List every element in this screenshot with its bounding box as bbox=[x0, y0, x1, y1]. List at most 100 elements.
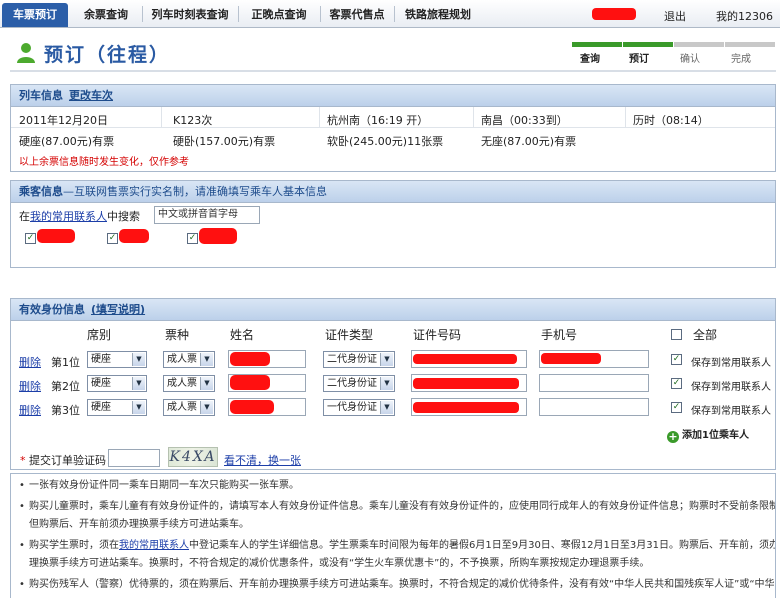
step-query: 查询 bbox=[580, 54, 600, 65]
id-info-panel: 有效身份信息 (填写说明) 席别 票种 姓名 证件类型 证件号码 手机号 全部 删… bbox=[10, 298, 776, 470]
ticket-type-select[interactable]: 成人票 ▼ bbox=[163, 351, 215, 368]
arrival-station: 南昌（00:33到） bbox=[481, 114, 568, 127]
redacted-contact-name bbox=[199, 228, 237, 244]
add-passenger-button[interactable]: + 添加1位乘车人 bbox=[667, 426, 749, 443]
top-navigation: 车票预订 余票查询 列车时刻表查询 正晚点查询 客票代售点 铁路旅程规划 退出 … bbox=[0, 0, 780, 28]
ticket-type-select[interactable]: 成人票 ▼ bbox=[163, 375, 215, 392]
delete-passenger-link[interactable]: 删除 bbox=[19, 402, 41, 418]
frequent-contacts-link[interactable]: 我的常用联系人 bbox=[30, 210, 107, 223]
user-icon bbox=[17, 43, 35, 63]
passenger-info-header: 乘客信息—互联网售票实行实名制，请准确填写乘车人基本信息 bbox=[11, 181, 775, 203]
trip-duration: 历时（08:14） bbox=[633, 114, 709, 127]
note-item: • 购买儿童票时，乘车儿童有有效身份证件的，请填写本人有效身份证件信息。乘车儿童没… bbox=[19, 501, 776, 512]
tab-train-timetable[interactable]: 列车时刻表查询 bbox=[146, 3, 234, 27]
delete-passenger-link[interactable]: 删除 bbox=[19, 354, 41, 370]
redacted-id-number bbox=[413, 402, 519, 413]
frequent-contacts-link[interactable]: 我的常用联系人 bbox=[119, 540, 189, 551]
title-divider bbox=[10, 70, 776, 72]
redacted-username bbox=[592, 8, 636, 20]
logout-link[interactable]: 退出 bbox=[664, 8, 686, 24]
contact-checkbox[interactable]: ✓ bbox=[25, 233, 36, 244]
note-item: • 购买学生票时，须在我的常用联系人中登记乘车人的学生详细信息。学生票乘车时间限为… bbox=[19, 540, 776, 551]
fill-instructions-link[interactable]: (填写说明) bbox=[91, 303, 145, 316]
save-contact-label: 保存到常用联系人 bbox=[691, 406, 771, 417]
step-finish: 完成 bbox=[731, 54, 751, 65]
refresh-captcha-link[interactable]: 看不清，换一张 bbox=[224, 452, 301, 468]
id-type-select[interactable]: 二代身份证 ▼ bbox=[323, 375, 395, 392]
step-bar-book bbox=[623, 42, 673, 47]
captcha-label: * 提交订单验证码： bbox=[20, 454, 117, 467]
chevron-down-icon: ▼ bbox=[132, 401, 145, 414]
chevron-down-icon: ▼ bbox=[132, 377, 145, 390]
seat-class-select[interactable]: 硬座 ▼ bbox=[87, 399, 147, 416]
note-item-continued: 但购票后、开车前须办理换票手续方可进站乘车。 bbox=[29, 519, 249, 530]
tab-ticket-booking[interactable]: 车票预订 bbox=[2, 3, 68, 27]
save-contact-checkbox[interactable]: ✓ bbox=[671, 378, 682, 389]
chevron-down-icon: ▼ bbox=[200, 377, 213, 390]
seat-class-select[interactable]: 硬座 ▼ bbox=[87, 375, 147, 392]
chevron-down-icon: ▼ bbox=[380, 353, 393, 366]
train-info-header: 列车信息 更改车次 bbox=[11, 85, 775, 107]
column-header-phone: 手机号 bbox=[541, 328, 578, 342]
chevron-down-icon: ▼ bbox=[132, 353, 145, 366]
step-confirm: 确认 bbox=[680, 54, 700, 65]
tab-on-time-status[interactable]: 正晚点查询 bbox=[242, 3, 316, 27]
chevron-down-icon: ▼ bbox=[200, 353, 213, 366]
column-header-seat-class: 席别 bbox=[87, 328, 112, 342]
delete-passenger-link[interactable]: 删除 bbox=[19, 378, 41, 394]
select-all-label: 全部 bbox=[693, 328, 718, 342]
tab-journey-planning[interactable]: 铁路旅程规划 bbox=[398, 3, 478, 27]
chevron-down-icon: ▼ bbox=[380, 377, 393, 390]
contact-checkbox[interactable]: ✓ bbox=[187, 233, 198, 244]
plus-icon: + bbox=[667, 430, 679, 443]
redacted-contact-name bbox=[37, 229, 75, 243]
passenger-info-panel: 乘客信息—互联网售票实行实名制，请准确填写乘车人基本信息 在我的常用联系人中搜索… bbox=[10, 180, 776, 268]
column-header-id-number: 证件号码 bbox=[413, 328, 462, 342]
page-title: 预订（往程） bbox=[44, 44, 171, 66]
captcha-input[interactable] bbox=[108, 449, 160, 467]
column-header-ticket-type: 票种 bbox=[165, 328, 190, 342]
captcha-image: K4XA bbox=[168, 447, 218, 467]
save-contact-checkbox[interactable]: ✓ bbox=[671, 354, 682, 365]
redacted-id-number bbox=[413, 354, 517, 364]
passenger-seq: 第3位 bbox=[51, 404, 80, 417]
note-item-continued: 理换票手续方可进站乘车。换票时，不符合规定的减价优惠条件，或没有“学生火车票优惠… bbox=[29, 558, 650, 569]
contact-checkbox[interactable]: ✓ bbox=[107, 233, 118, 244]
train-info-panel: 列车信息 更改车次 2011年12月20日 K123次 杭州南（16:19 开） … bbox=[10, 84, 776, 172]
tab-ticket-agencies[interactable]: 客票代售点 bbox=[324, 3, 390, 27]
notes-panel: • 一张有效身份证件同一乘车日期同一车次只能购买一张车票。 • 购买儿童票时，乘车儿… bbox=[10, 473, 776, 598]
seat-class-select[interactable]: 硬座 ▼ bbox=[87, 351, 147, 368]
step-book: 预订 bbox=[629, 54, 649, 65]
travel-date: 2011年12月20日 bbox=[19, 114, 108, 127]
phone-input[interactable] bbox=[539, 398, 649, 416]
contact-search-label: 在我的常用联系人中搜索 bbox=[19, 210, 140, 223]
phone-input[interactable] bbox=[539, 374, 649, 392]
save-contact-label: 保存到常用联系人 bbox=[691, 382, 771, 393]
contact-search-input[interactable]: 中文或拼音首字母 bbox=[154, 206, 260, 224]
id-info-header: 有效身份信息 (填写说明) bbox=[11, 299, 775, 321]
id-type-select[interactable]: 二代身份证 ▼ bbox=[323, 351, 395, 368]
note-item: • 购买伤残军人（警察）优待票的，须在购票后、开车前办理换票手续方可进站乘车。换票… bbox=[19, 579, 775, 590]
step-bar-query bbox=[572, 42, 622, 47]
save-contact-checkbox[interactable]: ✓ bbox=[671, 402, 682, 413]
seat-availability: 无座(87.00元)有票 bbox=[481, 135, 577, 148]
select-all-checkbox[interactable] bbox=[671, 329, 682, 340]
step-bar-finish bbox=[725, 42, 775, 47]
save-contact-label: 保存到常用联系人 bbox=[691, 358, 771, 369]
redacted-id-number bbox=[413, 378, 519, 389]
redacted-phone bbox=[541, 353, 601, 364]
passenger-seq: 第2位 bbox=[51, 380, 80, 393]
column-header-name: 姓名 bbox=[230, 328, 255, 342]
my-12306-link[interactable]: 我的12306 bbox=[716, 8, 773, 24]
ticket-type-select[interactable]: 成人票 ▼ bbox=[163, 399, 215, 416]
train-number: K123次 bbox=[173, 114, 213, 127]
tab-remaining-tickets[interactable]: 余票查询 bbox=[74, 3, 138, 27]
id-type-select[interactable]: 一代身份证 ▼ bbox=[323, 399, 395, 416]
note-item: • 一张有效身份证件同一乘车日期同一车次只能购买一张车票。 bbox=[19, 480, 299, 491]
passenger-seq: 第1位 bbox=[51, 356, 80, 369]
redacted-name bbox=[230, 375, 270, 390]
departure-station: 杭州南（16:19 开） bbox=[327, 114, 429, 127]
change-train-link[interactable]: 更改车次 bbox=[69, 89, 113, 102]
seat-availability: 软卧(245.00元)11张票 bbox=[327, 135, 444, 148]
redacted-name bbox=[230, 352, 270, 366]
